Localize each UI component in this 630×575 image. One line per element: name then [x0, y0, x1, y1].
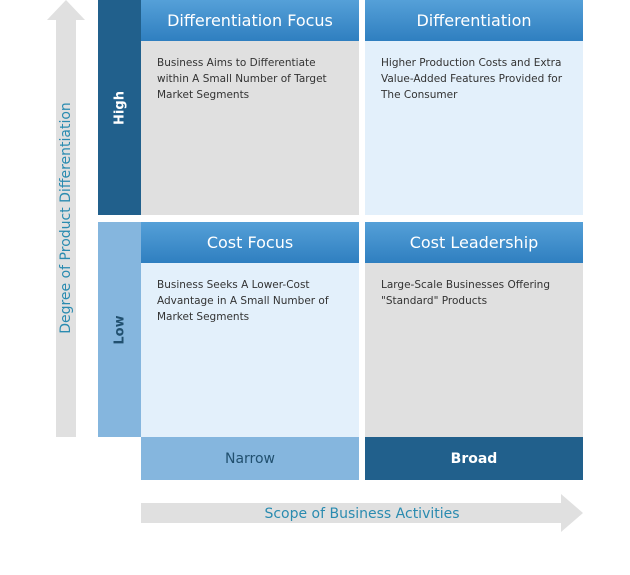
quadrant-title: Cost Leadership [365, 222, 583, 263]
quadrant-cost-leadership: Cost Leadership Large-Scale Businesses O… [365, 222, 583, 437]
quadrant-title: Differentiation Focus [141, 0, 359, 41]
quadrant-cost-focus: Cost Focus Business Seeks A Lower-Cost A… [141, 222, 359, 437]
x-axis-label: Scope of Business Activities [264, 506, 460, 522]
column-label-broad: Broad [365, 437, 583, 480]
quadrant-text: Large-Scale Businesses Offering "Standar… [381, 279, 550, 307]
quadrant-title: Cost Focus [141, 222, 359, 263]
column-label-narrow: Narrow [141, 437, 359, 480]
quadrant-text: Higher Production Costs and Extra Value-… [381, 57, 563, 101]
quadrant-title: Differentiation [365, 0, 583, 41]
row-label-high: High [98, 0, 141, 215]
quadrant-text: Business Aims to Differentiate within A … [157, 57, 327, 101]
row-label-text: Low [112, 314, 127, 345]
row-label-text: High [112, 90, 127, 125]
row-label-low: Low [98, 222, 141, 437]
y-axis-label: Degree of Product Differentiation [58, 102, 74, 334]
quadrant-differentiation: Differentiation Higher Production Costs … [365, 0, 583, 215]
quadrant-differentiation-focus: Differentiation Focus Business Aims to D… [141, 0, 359, 215]
y-axis-arrowhead [47, 0, 85, 20]
quadrant-text: Business Seeks A Lower-Cost Advantage in… [157, 279, 329, 323]
